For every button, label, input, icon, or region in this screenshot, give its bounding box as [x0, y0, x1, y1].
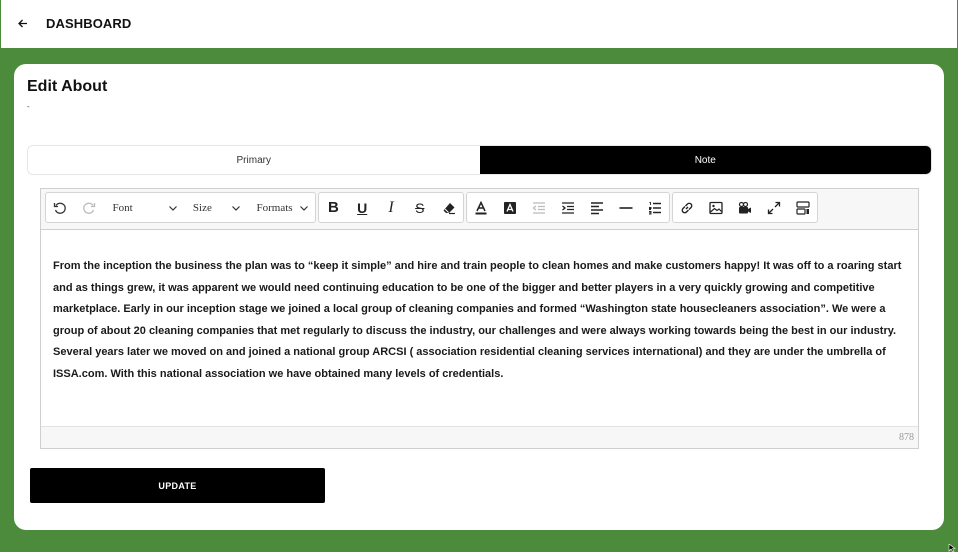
formats-dropdown[interactable]: Formats [247, 193, 315, 222]
editor-statusbar: 878 [41, 426, 918, 448]
rich-text-editor: Font Size Formats B U I S From the incep… [40, 188, 919, 449]
update-button[interactable]: UPDATE [30, 468, 325, 503]
editor-toolbar: Font Size Formats B U I S [41, 189, 918, 230]
font-color-icon[interactable] [467, 193, 496, 222]
mouse-cursor-icon [948, 544, 956, 552]
fullscreen-icon[interactable] [759, 193, 788, 222]
card-title: Edit About [27, 78, 108, 95]
font-dropdown[interactable]: Font [104, 193, 184, 222]
strikethrough-icon[interactable]: S [405, 193, 434, 222]
chevron-down-icon [232, 205, 241, 211]
image-icon[interactable] [702, 193, 731, 222]
edit-about-card: Edit About - Primary Note Font Size Form… [14, 64, 944, 530]
arrow-left-icon[interactable] [15, 14, 31, 32]
chevron-down-icon [300, 205, 308, 211]
top-bar: DASHBOARD [0, 0, 958, 48]
horizontal-rule-icon[interactable] [611, 193, 640, 222]
size-dropdown-label: Size [192, 201, 212, 214]
eraser-icon[interactable] [434, 193, 463, 222]
outdent-icon[interactable] [525, 193, 554, 222]
ordered-list-icon[interactable] [640, 193, 669, 222]
toolbar-group-insert-view [672, 192, 818, 223]
tab-note[interactable]: Note [479, 146, 931, 174]
toolbar-group-history-format: Font Size Formats [45, 192, 316, 223]
redo-icon[interactable] [75, 193, 104, 222]
highlight-color-icon[interactable] [496, 193, 525, 222]
bold-icon[interactable]: B [319, 193, 348, 222]
tab-bar: Primary Note [27, 145, 932, 175]
size-dropdown[interactable]: Size [184, 193, 248, 222]
font-dropdown-label: Font [112, 201, 133, 214]
toolbar-group-paragraph [466, 192, 670, 223]
align-left-icon[interactable] [582, 193, 611, 222]
editor-content[interactable]: From the inception the business the plan… [53, 256, 903, 386]
video-icon[interactable] [731, 193, 760, 222]
undo-icon[interactable] [46, 193, 75, 222]
character-count: 878 [899, 432, 914, 443]
page-title: DASHBOARD [46, 16, 132, 31]
italic-icon[interactable]: I [377, 193, 406, 222]
formats-dropdown-label: Formats [256, 201, 293, 214]
tab-primary[interactable]: Primary [28, 146, 480, 174]
link-icon[interactable] [673, 193, 702, 222]
show-blocks-icon[interactable] [788, 193, 817, 222]
toolbar-group-text-style: B U I S [318, 192, 464, 223]
underline-icon[interactable]: U [348, 193, 377, 222]
card-subtitle: - [27, 102, 30, 111]
chevron-down-icon [168, 205, 177, 211]
indent-icon[interactable] [554, 193, 583, 222]
